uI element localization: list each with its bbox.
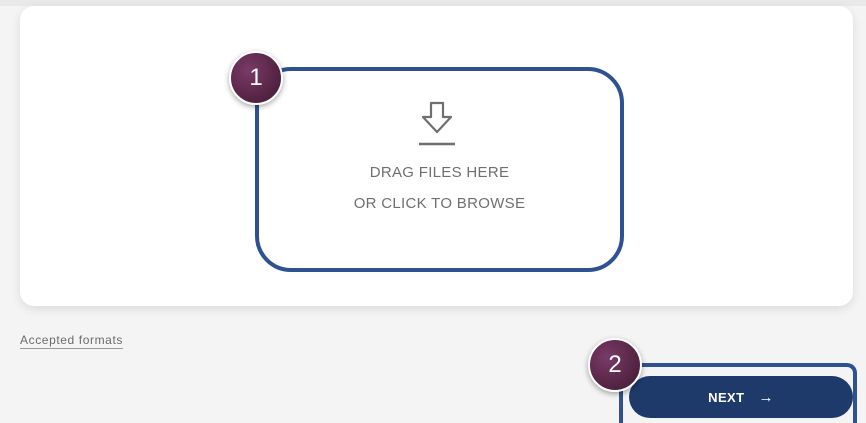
file-dropzone[interactable]: DRAG FILES HERE OR CLICK TO BROWSE [255, 67, 624, 272]
step-badge-2: 2 [588, 338, 642, 392]
accepted-formats-link[interactable]: Accepted formats [20, 333, 123, 349]
step-badge-1: 1 [229, 51, 283, 105]
dropzone-text-line-1: DRAG FILES HERE [369, 164, 510, 181]
download-icon [419, 101, 455, 146]
next-button-label: NEXT [708, 389, 745, 405]
next-button[interactable]: NEXT → [629, 376, 853, 418]
upload-card: DRAG FILES HERE OR CLICK TO BROWSE [20, 6, 853, 306]
dropzone-text-line-2: OR CLICK TO BROWSE [353, 195, 526, 212]
arrow-right-icon: → [758, 388, 774, 406]
